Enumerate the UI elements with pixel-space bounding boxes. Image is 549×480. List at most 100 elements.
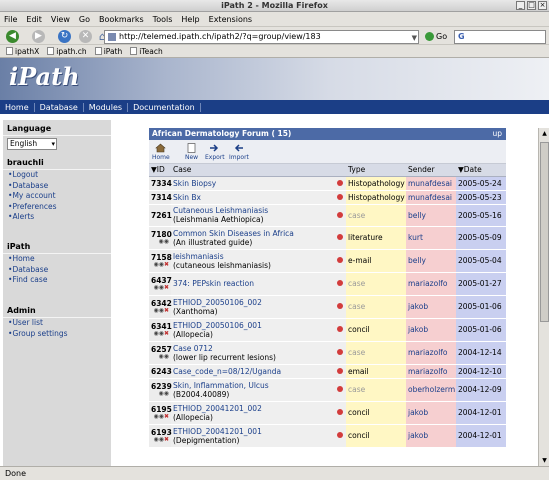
site-nav-modules[interactable]: Modules	[84, 102, 129, 112]
bookmark-item[interactable]: iPath	[94, 47, 122, 56]
case-sender[interactable]: jakob	[406, 295, 456, 319]
menu-help[interactable]: Help	[181, 15, 199, 24]
case-link[interactable]: Case 0712	[173, 344, 213, 353]
sidebar-item-my-account[interactable]: My account	[3, 191, 111, 202]
table-row[interactable]: 6195 ◉◉✖ ETHIOD_20041201_002 (Allopecia) con…	[149, 401, 506, 425]
case-link[interactable]: 374: PEPskin reaction	[173, 279, 254, 288]
site-nav-home[interactable]: Home	[0, 102, 35, 112]
case-cell[interactable]: Skin Bx	[171, 190, 334, 205]
case-sender[interactable]: mariazolfo	[406, 364, 456, 379]
table-row[interactable]: 6239 ◉◉ Skin, Inflammation, Ulcus (B2004.40…	[149, 378, 506, 402]
case-cell[interactable]: ETHIOD_20041201_001 (Depigmentation)	[171, 424, 334, 448]
case-link[interactable]: Common Skin Diseases in Africa	[173, 229, 294, 238]
case-link[interactable]: ETHIOD_20041201_001	[173, 427, 262, 436]
minimize-button[interactable]: _	[516, 1, 525, 10]
col-sender[interactable]: Sender	[406, 164, 456, 177]
bookmark-item[interactable]: ipathX	[6, 47, 39, 56]
table-row[interactable]: 6342 ◉◉✖ ETHIOD_20050106_002 (Xanthoma) case…	[149, 295, 506, 319]
go-button[interactable]: Go	[425, 30, 447, 43]
case-cell[interactable]: 374: PEPskin reaction	[171, 272, 334, 296]
menu-edit[interactable]: Edit	[26, 15, 42, 24]
case-link[interactable]: Cutaneous Leishmaniasis	[173, 206, 268, 215]
bookmark-item[interactable]: ipath.ch	[47, 47, 87, 56]
table-row[interactable]: 7261 Cutaneous Leishmaniasis (Leishmania A…	[149, 204, 506, 227]
case-link[interactable]: leishmaniasis	[173, 252, 224, 261]
case-sender[interactable]: mariazolfo	[406, 272, 456, 296]
sidebar-item-alerts[interactable]: Alerts	[3, 212, 111, 223]
case-sender[interactable]: munafdesai	[406, 176, 456, 191]
case-link[interactable]: Skin Bx	[173, 193, 201, 202]
case-cell[interactable]: ETHIOD_20050106_001 (Allopecia)	[171, 318, 334, 342]
site-nav-database[interactable]: Database	[35, 102, 84, 112]
export-button[interactable]: Export	[205, 143, 225, 161]
case-sender[interactable]: oberholzerm	[406, 378, 456, 402]
sidebar-item-group-settings[interactable]: Group settings	[3, 329, 111, 340]
case-sender[interactable]: mariazolfo	[406, 341, 456, 365]
maximize-button[interactable]: □	[527, 1, 536, 10]
case-sender[interactable]: jakob	[406, 318, 456, 342]
col-id[interactable]: ▼ID	[149, 164, 171, 177]
chevron-down-icon[interactable]: ▼	[412, 32, 417, 44]
bookmark-item[interactable]: iTeach	[130, 47, 163, 56]
case-cell[interactable]: ETHIOD_20041201_002 (Allopecia)	[171, 401, 334, 425]
col-case[interactable]: Case	[171, 164, 334, 177]
site-nav-documentation[interactable]: Documentation	[128, 102, 201, 112]
menu-tools[interactable]: Tools	[153, 15, 173, 24]
sidebar-item-find-case[interactable]: Find case	[3, 275, 111, 286]
case-link[interactable]: Case_code_n=08/12/Uganda	[173, 367, 281, 376]
table-row[interactable]: 7180 ◉◉ Common Skin Diseases in Africa (An …	[149, 226, 506, 250]
col-type[interactable]: Type	[346, 164, 406, 177]
home-button[interactable]: Home	[152, 143, 170, 161]
scroll-thumb[interactable]	[540, 142, 549, 322]
case-sender[interactable]: belly	[406, 204, 456, 227]
case-cell[interactable]: ETHIOD_20050106_002 (Xanthoma)	[171, 295, 334, 319]
forward-icon[interactable]: ▶	[32, 30, 45, 43]
col-date[interactable]: ▼Date	[456, 164, 506, 177]
sidebar-item-user-list[interactable]: User list	[3, 318, 111, 329]
case-sender[interactable]: jakob	[406, 424, 456, 448]
case-cell[interactable]: Cutaneous Leishmaniasis (Leishmania Aethi…	[171, 204, 334, 227]
sidebar-item-home[interactable]: Home	[3, 254, 111, 265]
stop-icon[interactable]: ✕	[79, 30, 92, 43]
case-cell[interactable]: Skin, Inflammation, Ulcus (B2004.40089)	[171, 378, 334, 402]
sidebar-item-logout[interactable]: Logout	[3, 170, 111, 181]
import-button[interactable]: Import	[229, 143, 249, 161]
table-row[interactable]: 6437 ◉◉✖ 374: PEPskin reaction case mariazol…	[149, 272, 506, 296]
menu-go[interactable]: Go	[79, 15, 90, 24]
search-input[interactable]: G	[454, 30, 546, 44]
up-link[interactable]: up	[492, 128, 502, 140]
case-link[interactable]: ETHIOD_20050106_002	[173, 298, 262, 307]
case-cell[interactable]: leishmaniasis (cutaneous leishmaniasis)	[171, 249, 334, 273]
case-sender[interactable]: jakob	[406, 401, 456, 425]
scroll-up-icon[interactable]: ▲	[539, 128, 549, 139]
table-row[interactable]: 6257 ◉◉ Case 0712 (lower lip recurrent lesi…	[149, 341, 506, 365]
case-sender[interactable]: kurt	[406, 226, 456, 250]
table-row[interactable]: 7158 ◉◉✖ leishmaniasis (cutaneous leishmani…	[149, 249, 506, 273]
menu-extensions[interactable]: Extensions	[209, 15, 252, 24]
case-link[interactable]: Skin, Inflammation, Ulcus	[173, 381, 269, 390]
reload-icon[interactable]: ↻	[58, 30, 71, 43]
address-bar[interactable]: http://telemed.ipath.ch/ipath2/?q=group/…	[104, 30, 419, 44]
sidebar-item-database[interactable]: Database	[3, 181, 111, 192]
menu-bookmarks[interactable]: Bookmarks	[99, 15, 144, 24]
table-row[interactable]: 6341 ◉◉✖ ETHIOD_20050106_001 (Allopecia) con…	[149, 318, 506, 342]
back-icon[interactable]: ◀	[6, 30, 19, 43]
sidebar-item-preferences[interactable]: Preferences	[3, 202, 111, 213]
close-button[interactable]: ×	[538, 1, 547, 10]
case-cell[interactable]: Case_code_n=08/12/Uganda	[171, 364, 334, 379]
new-button[interactable]: New	[185, 143, 198, 161]
case-sender[interactable]: munafdesai	[406, 190, 456, 205]
table-row[interactable]: 7334 Skin Biopsy Histopathology munafdesai 2…	[149, 176, 506, 191]
sidebar-item-database[interactable]: Database	[3, 265, 111, 276]
table-row[interactable]: 6193 ◉◉✖ ETHIOD_20041201_001 (Depigmentatio…	[149, 424, 506, 448]
case-cell[interactable]: Case 0712 (lower lip recurrent lesions)	[171, 341, 334, 365]
case-link[interactable]: ETHIOD_20041201_002	[173, 404, 262, 413]
case-cell[interactable]: Common Skin Diseases in Africa (An illust…	[171, 226, 334, 250]
scroll-down-icon[interactable]: ▼	[539, 455, 549, 466]
case-sender[interactable]: belly	[406, 249, 456, 273]
table-row[interactable]: 7314 Skin Bx Histopathology munafdesai 2005-…	[149, 190, 506, 205]
vertical-scrollbar[interactable]: ▲ ▼	[538, 128, 549, 466]
case-link[interactable]: Skin Biopsy	[173, 179, 216, 188]
case-cell[interactable]: Skin Biopsy	[171, 176, 334, 191]
table-row[interactable]: 6243 Case_code_n=08/12/Uganda email mariazo…	[149, 364, 506, 379]
